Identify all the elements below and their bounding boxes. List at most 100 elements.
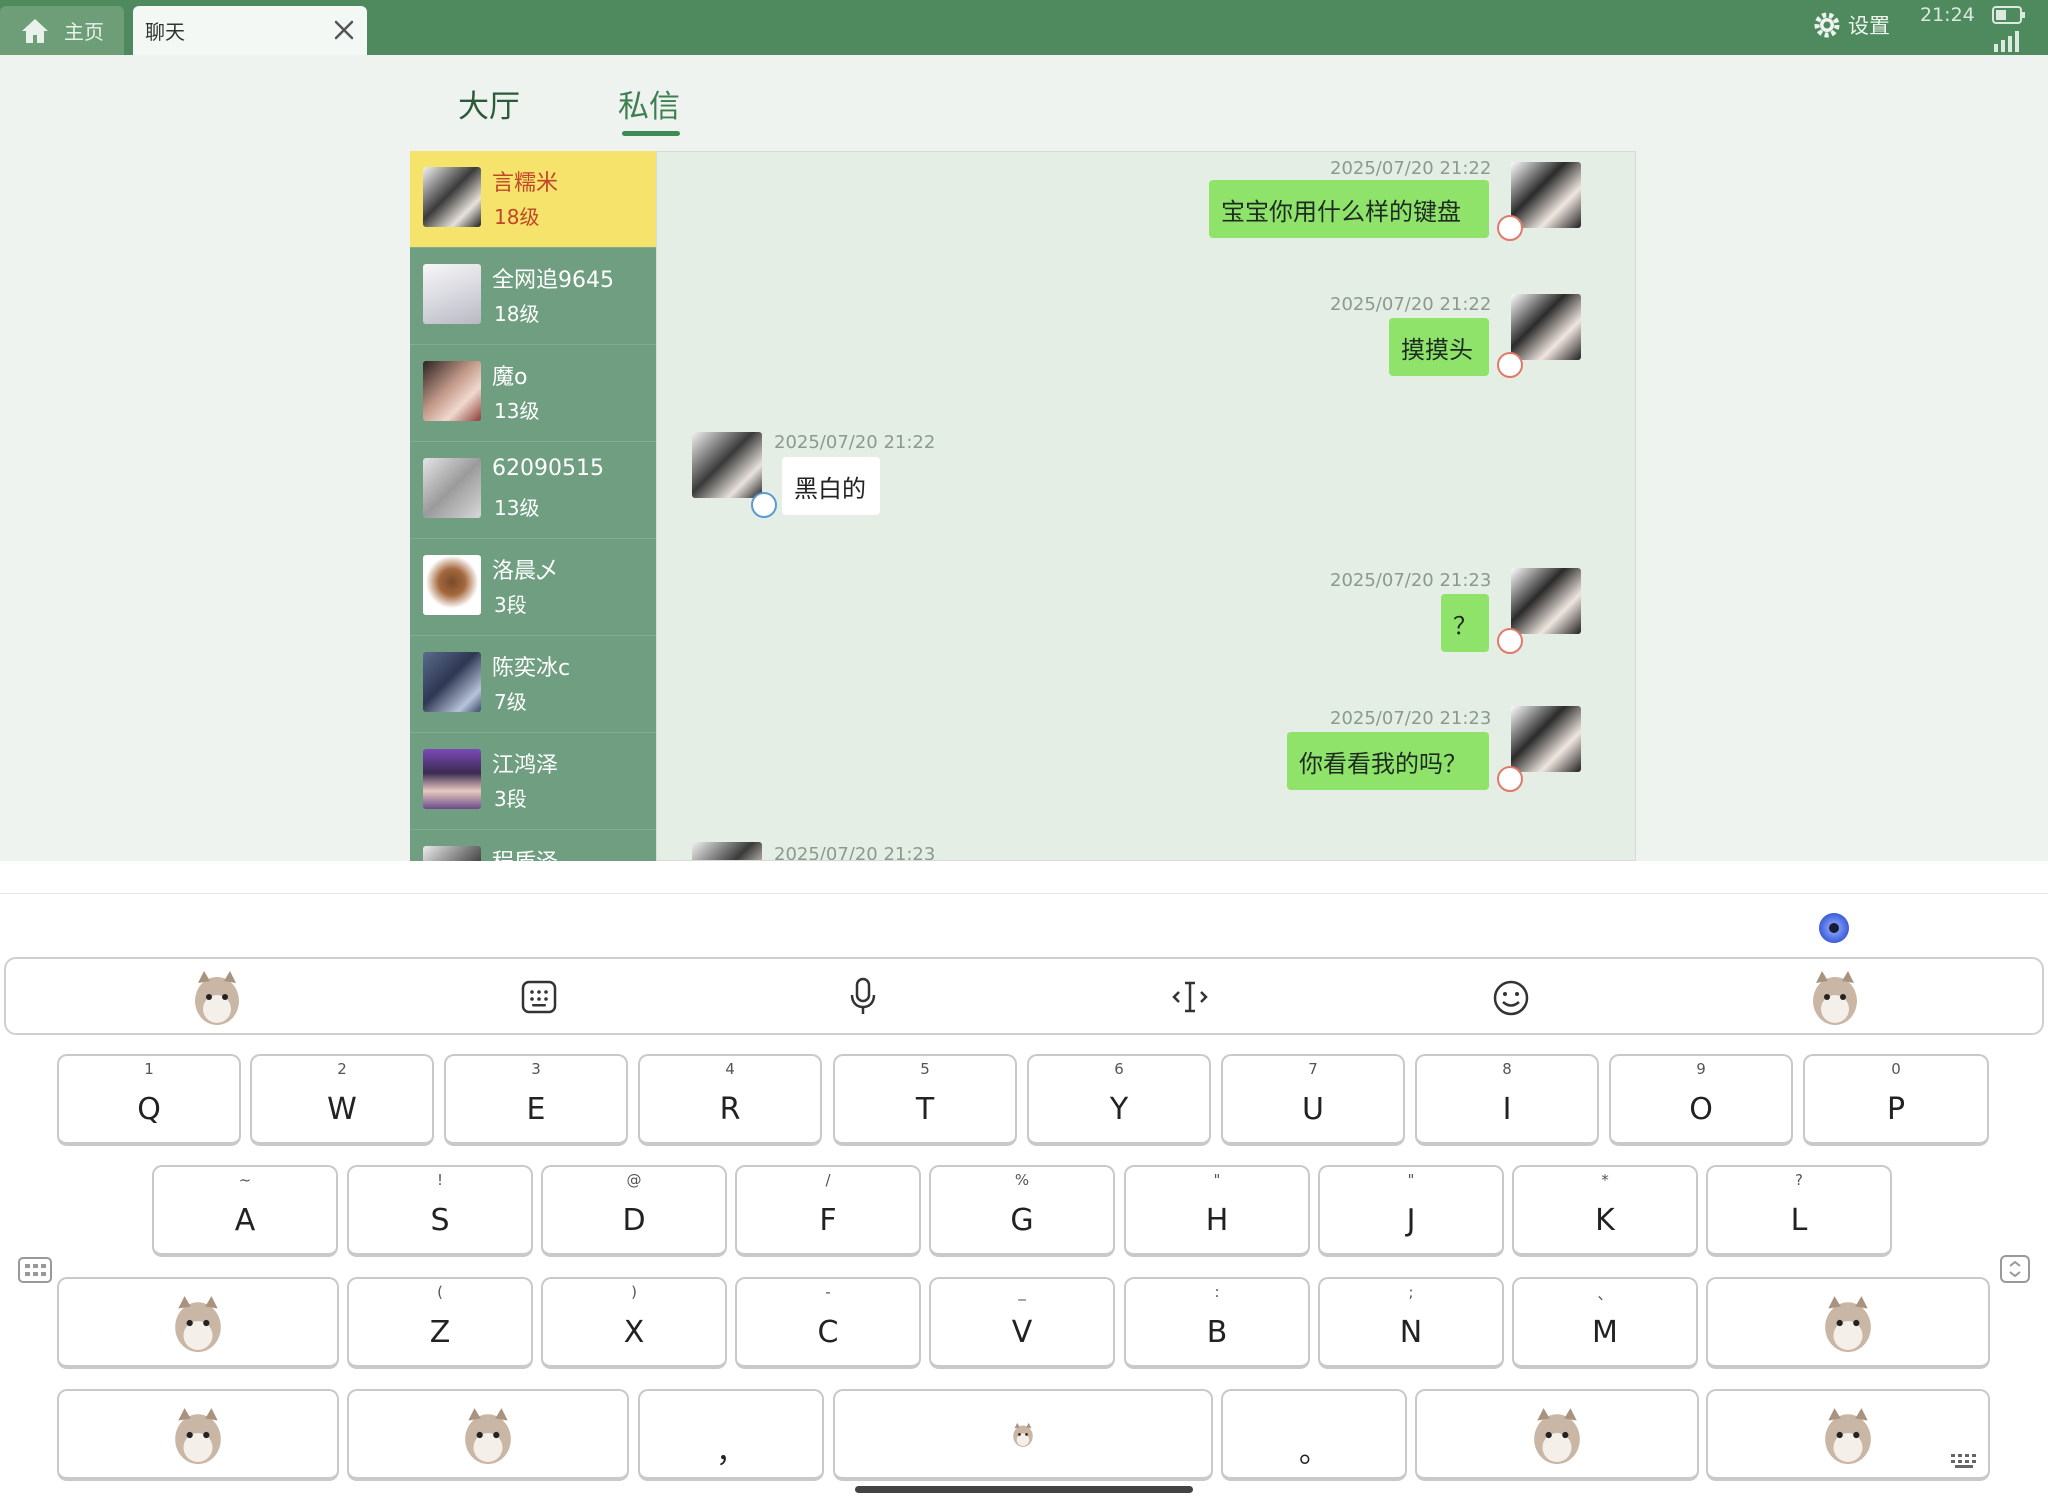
cat-sticker-key[interactable] [1706,1389,1990,1481]
contact-item[interactable]: 魔o 13级 [410,345,656,442]
microphone-icon[interactable] [848,977,878,1021]
space-key[interactable] [833,1389,1213,1481]
message-time: 2025/07/20 21:22 [1330,158,1492,179]
avatar [423,361,481,421]
key-j[interactable]: " J [1318,1165,1504,1257]
contact-level: 13级 [494,399,540,423]
tab-chat[interactable]: 聊天 [133,6,367,55]
key-sub: ? [1795,1171,1803,1189]
key-b[interactable]: :B [1124,1277,1310,1369]
cat-sticker-icon [1825,1296,1871,1353]
voice-assistant-icon[interactable] [1817,911,1851,945]
key-sub: : [1214,1283,1220,1301]
tab-home[interactable]: 主页 [0,6,124,55]
key-sub: 9 [1696,1060,1706,1078]
key-label: O [1689,1092,1713,1127]
virtual-keyboard: 1Q 2W 3E 4R 5T 6Y 7U 8I 9O 0P ~ A ! S @ D /… [0,861,2048,1506]
key-label: I [1502,1092,1512,1127]
cat-sticker-icon[interactable] [1808,965,1862,1031]
key-e[interactable]: 3E [444,1054,628,1146]
keyboard-layout-icon[interactable] [521,979,557,1019]
key-w[interactable]: 2W [250,1054,434,1146]
key-label: C [817,1315,839,1350]
contact-level: 13级 [494,496,540,520]
message-time: 2025/07/20 21:23 [1330,708,1492,729]
key-t[interactable]: 5T [833,1054,1017,1146]
home-indicator[interactable] [855,1486,1193,1493]
cat-sticker-key[interactable] [57,1277,339,1369]
contact-item[interactable]: 江鸿泽 3段 [410,733,656,830]
signal-icon [1994,31,2019,52]
cat-sticker-key[interactable] [1706,1277,1990,1369]
collapse-icon[interactable] [2000,1255,2030,1283]
close-icon[interactable] [331,17,357,43]
key-g[interactable]: % G [929,1165,1115,1257]
key-o[interactable]: 9O [1609,1054,1793,1146]
key-sub: ) [631,1283,637,1301]
contact-item[interactable]: 62090515 13级 [410,442,656,539]
tab-hall[interactable]: 大厅 [458,81,520,126]
key-m[interactable]: 、 M [1512,1277,1698,1369]
avatar[interactable] [692,842,762,860]
contact-list[interactable]: 言糯米 18级 全网追9645 18级 魔o 13级 62090515 13级 … [410,151,656,861]
message-bubble[interactable]: 黑白的 [782,457,880,515]
key-d[interactable]: @ D [541,1165,727,1257]
key-l[interactable]: ? L [1706,1165,1892,1257]
contact-item[interactable]: 程盾泽 [410,830,656,861]
cat-sticker-key[interactable] [1415,1389,1699,1481]
message-bubble[interactable]: ？ [1441,594,1489,652]
tab-private-messages[interactable]: 私信 [618,81,680,126]
avatar[interactable] [692,432,762,498]
key-sub: ; [1408,1283,1414,1301]
keyboard-mode-icon[interactable] [18,1257,52,1283]
message-panel[interactable]: 2025/07/20 21:22 宝宝你用什么样的键盘 2025/07/20 2… [656,151,1636,861]
key-label: F [819,1203,837,1238]
key-s[interactable]: ! S [347,1165,533,1257]
key-label: W [327,1092,357,1127]
key-label: P [1886,1092,1906,1127]
key-q[interactable]: 1Q [57,1054,241,1146]
settings-button[interactable]: 设置 [1812,10,1890,40]
cat-sticker-icon[interactable] [190,965,244,1031]
avatar[interactable] [1511,706,1581,772]
key-c[interactable]: -C [735,1277,921,1369]
gender-badge [1497,628,1523,654]
message-bubble[interactable]: 你看看我的吗？ [1287,732,1489,790]
key-sub: 3 [531,1060,541,1078]
key-label: E [526,1092,546,1127]
contact-item[interactable]: 言糯米 18级 [410,151,656,248]
key-label: Y [1109,1092,1129,1127]
cat-sticker-key[interactable] [347,1389,629,1481]
emoji-icon[interactable] [1492,979,1530,1021]
contact-item[interactable]: 陈奕冰c 7级 [410,636,656,733]
key-period[interactable]: 。 [1221,1389,1407,1481]
key-h[interactable]: " H [1124,1165,1310,1257]
avatar[interactable] [1511,568,1581,634]
key-x[interactable]: ) X [541,1277,727,1369]
key-z[interactable]: (Z [347,1277,533,1369]
avatar[interactable] [1511,162,1581,228]
keyboard-hide-icon[interactable] [1950,1453,1980,1469]
contact-item[interactable]: 洛晨乄 3段 [410,539,656,636]
key-p[interactable]: 0P [1803,1054,1989,1146]
key-i[interactable]: 8I [1415,1054,1599,1146]
contact-name: 江鸿泽 [492,753,559,778]
key-label: L [1790,1203,1808,1238]
cat-sticker-key[interactable] [57,1389,339,1481]
tab-home-label: 主页 [64,20,104,44]
key-v[interactable]: _ V [929,1277,1115,1369]
key-u[interactable]: 7U [1221,1054,1405,1146]
avatar[interactable] [1511,294,1581,360]
contact-level: 18级 [494,205,540,229]
key-comma[interactable]: ， [638,1389,824,1481]
key-n[interactable]: ; N [1318,1277,1504,1369]
key-k[interactable]: * K [1512,1165,1698,1257]
message-bubble[interactable]: 宝宝你用什么样的键盘 [1209,180,1489,238]
contact-item[interactable]: 全网追9645 18级 [410,248,656,345]
cursor-move-icon[interactable] [1170,979,1210,1019]
key-y[interactable]: 6Y [1027,1054,1211,1146]
message-bubble[interactable]: 摸摸头 [1389,318,1489,376]
key-a[interactable]: ~ A [152,1165,338,1257]
key-r[interactable]: 4R [638,1054,822,1146]
key-f[interactable]: / F [735,1165,921,1257]
